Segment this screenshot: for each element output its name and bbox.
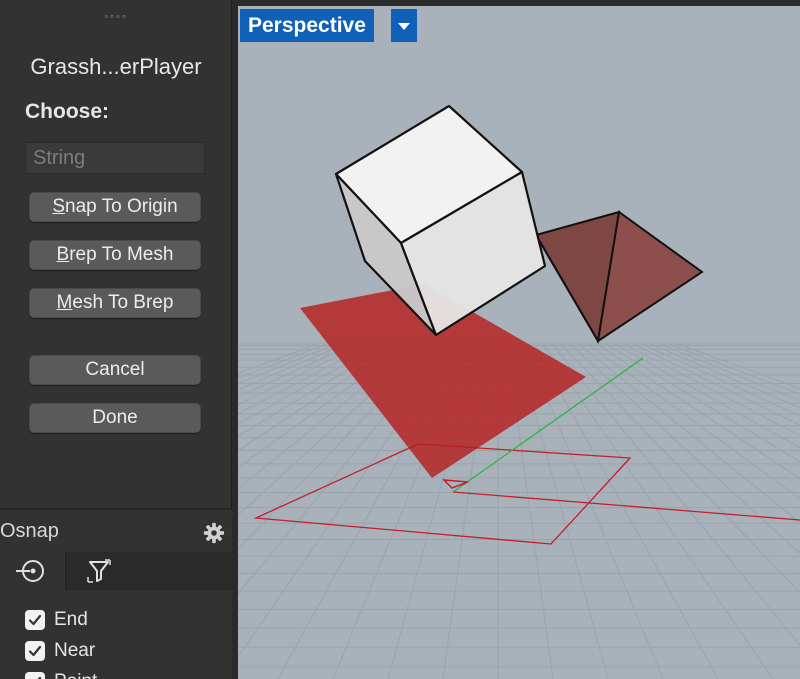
grid-line bbox=[623, 343, 800, 437]
osnap-panel: Osnap End Near bbox=[0, 508, 232, 679]
mesh-to-brep-mnemonic: M bbox=[56, 292, 73, 313]
viewport-menu-button[interactable] bbox=[389, 9, 417, 42]
snap-to-origin-button[interactable]: Snap To Origin bbox=[29, 192, 201, 222]
end-checkbox[interactable] bbox=[25, 610, 45, 630]
grid-line bbox=[560, 343, 800, 594]
snap-to-origin-label: nap To Origin bbox=[65, 196, 178, 217]
viewport-scene bbox=[238, 104, 800, 679]
cancel-button[interactable]: Cancel bbox=[29, 355, 201, 385]
osnap-tab-bar bbox=[0, 552, 232, 590]
brep-to-mesh-mnemonic: B bbox=[56, 244, 70, 265]
chevron-down-icon bbox=[398, 23, 410, 30]
point-checkbox[interactable] bbox=[25, 672, 45, 679]
grid-line bbox=[542, 343, 774, 679]
grid-line bbox=[605, 343, 800, 463]
gear-icon[interactable] bbox=[203, 522, 225, 544]
osnap-item-point[interactable]: Point bbox=[25, 670, 97, 679]
panel-drag-handle[interactable]: ◦◦◦◦ bbox=[0, 0, 232, 30]
point-label: Point bbox=[54, 671, 97, 679]
brep-to-mesh-button[interactable]: Brep To Mesh bbox=[29, 240, 201, 270]
grid-line bbox=[238, 343, 328, 379]
checkmark-icon bbox=[28, 645, 42, 657]
end-label: End bbox=[54, 609, 88, 630]
osnap-title: Osnap bbox=[0, 520, 59, 542]
grid-line bbox=[569, 343, 800, 555]
tab-osnap[interactable] bbox=[0, 552, 66, 590]
string-input[interactable] bbox=[25, 142, 205, 174]
grid-line bbox=[238, 343, 355, 398]
perspective-viewport[interactable]: Perspective bbox=[238, 6, 800, 679]
mesh-to-brep-button[interactable]: Mesh To Brep bbox=[29, 288, 201, 318]
done-button[interactable]: Done bbox=[29, 403, 201, 433]
checkmark-icon bbox=[37, 676, 42, 679]
checkmark-icon bbox=[28, 614, 42, 626]
osnap-item-near[interactable]: Near bbox=[25, 639, 95, 663]
viewport-title-button[interactable]: Perspective bbox=[240, 9, 374, 42]
grid-line bbox=[238, 343, 364, 406]
snap-to-origin-mnemonic: S bbox=[52, 196, 65, 217]
near-label: Near bbox=[54, 640, 96, 661]
origin-marker bbox=[442, 479, 469, 489]
near-checkbox[interactable] bbox=[25, 641, 45, 661]
filter-icon bbox=[87, 559, 111, 583]
panel-title: Grassh...erPlayer bbox=[30, 54, 202, 79]
osnap-target-icon bbox=[16, 560, 44, 582]
grid-line bbox=[551, 343, 800, 646]
grid-line bbox=[659, 343, 800, 402]
mesh-to-brep-label: esh To Brep bbox=[72, 292, 174, 313]
choose-label: Choose: bbox=[25, 100, 109, 123]
osnap-item-end[interactable]: End bbox=[25, 608, 88, 632]
grid-line bbox=[238, 343, 337, 385]
brep-to-mesh-label: rep To Mesh bbox=[69, 244, 174, 265]
tab-filter[interactable] bbox=[66, 552, 132, 590]
